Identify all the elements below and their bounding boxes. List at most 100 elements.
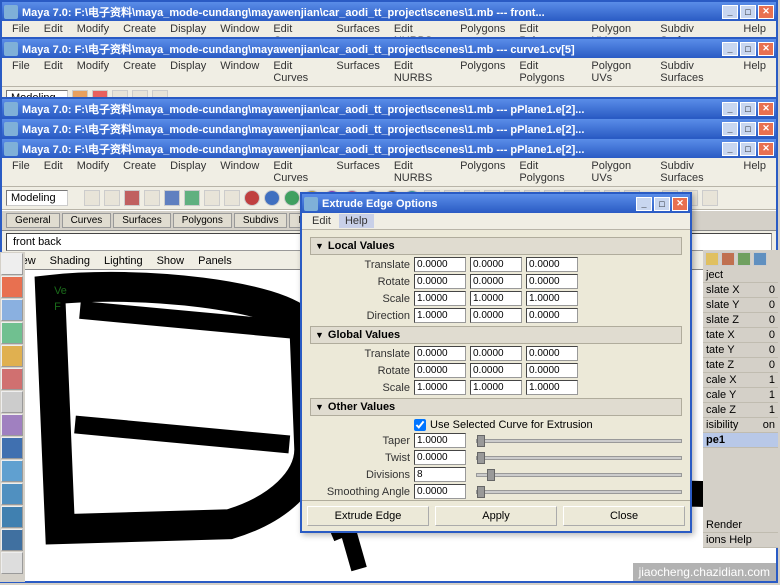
close-button[interactable]: ✕ bbox=[672, 197, 688, 211]
divisions-slider[interactable] bbox=[476, 473, 682, 477]
shelf-tab-surfaces[interactable]: Surfaces bbox=[113, 213, 170, 228]
menu-edit-nurbs[interactable]: Edit NURBS bbox=[388, 159, 452, 185]
channel-row[interactable]: tate Z0 bbox=[703, 358, 778, 373]
menu-modify[interactable]: Modify bbox=[71, 59, 115, 85]
smoothing-slider[interactable] bbox=[476, 490, 682, 494]
viewmenu-lighting[interactable]: Lighting bbox=[104, 255, 143, 267]
global-rotate-x[interactable] bbox=[414, 363, 466, 378]
menu-surfaces[interactable]: Surfaces bbox=[330, 59, 385, 85]
global-scale-z[interactable] bbox=[526, 380, 578, 395]
local-rotate-x[interactable] bbox=[414, 274, 466, 289]
taper-slider[interactable] bbox=[476, 439, 682, 443]
global-translate-z[interactable] bbox=[526, 346, 578, 361]
persp-pane-icon[interactable] bbox=[1, 483, 23, 505]
rotate-tool-icon[interactable] bbox=[1, 322, 23, 344]
channel-row[interactable]: tate Y0 bbox=[703, 343, 778, 358]
menu-edit[interactable]: Edit bbox=[38, 159, 69, 185]
maximize-button[interactable]: □ bbox=[740, 142, 756, 156]
minimize-button[interactable]: _ bbox=[722, 102, 738, 116]
global-translate-y[interactable] bbox=[470, 346, 522, 361]
dialog-edit-menu[interactable]: Edit bbox=[306, 214, 337, 228]
menu-window[interactable]: Window bbox=[214, 59, 265, 85]
viewmenu-panels[interactable]: Panels bbox=[198, 255, 232, 267]
channel-box[interactable]: ject slate X0slate Y0slate Z0tate X0tate… bbox=[703, 250, 778, 548]
window2-titlebar[interactable]: Maya 7.0: F:\电子资料\maya_mode-cundang\maya… bbox=[2, 39, 776, 58]
lasso-tool-icon[interactable] bbox=[1, 276, 23, 298]
close-button[interactable]: ✕ bbox=[758, 122, 774, 136]
shelf-tab-polygons[interactable]: Polygons bbox=[173, 213, 232, 228]
close-button[interactable]: ✕ bbox=[758, 142, 774, 156]
other-values-section[interactable]: ▼Other Values bbox=[310, 398, 682, 416]
minimize-button[interactable]: _ bbox=[722, 122, 738, 136]
menu-edit[interactable]: Edit bbox=[38, 59, 69, 85]
dialog-help-menu[interactable]: Help bbox=[339, 214, 374, 228]
shelf-tab-curves[interactable]: Curves bbox=[62, 213, 112, 228]
close-button[interactable]: ✕ bbox=[758, 5, 774, 19]
viewmenu-shading[interactable]: Shading bbox=[50, 255, 90, 267]
soft-mod-tool-icon[interactable] bbox=[1, 368, 23, 390]
local-direction-z[interactable] bbox=[526, 308, 578, 323]
global-values-section[interactable]: ▼Global Values bbox=[310, 326, 682, 344]
local-scale-z[interactable] bbox=[526, 291, 578, 306]
local-scale-x[interactable] bbox=[414, 291, 466, 306]
outliner-pane-icon[interactable] bbox=[1, 506, 23, 528]
graph-editor-icon[interactable] bbox=[1, 552, 23, 574]
menu-create[interactable]: Create bbox=[117, 59, 162, 85]
menu-file[interactable]: File bbox=[6, 159, 36, 185]
window4-titlebar[interactable]: Maya 7.0: F:\电子资料\maya_mode-cundang\maya… bbox=[2, 119, 776, 138]
move-tool-icon[interactable] bbox=[1, 299, 23, 321]
local-values-section[interactable]: ▼Local Values bbox=[310, 237, 682, 255]
menu-edit-curves[interactable]: Edit Curves bbox=[267, 159, 328, 185]
maximize-button[interactable]: □ bbox=[740, 42, 756, 56]
minimize-button[interactable]: _ bbox=[722, 42, 738, 56]
local-scale-y[interactable] bbox=[470, 291, 522, 306]
maximize-button[interactable]: □ bbox=[654, 197, 670, 211]
menu-edit-nurbs[interactable]: Edit NURBS bbox=[388, 59, 452, 85]
menu-subdiv-surfaces[interactable]: Subdiv Surfaces bbox=[654, 59, 735, 85]
channel-row[interactable]: cale Y1 bbox=[703, 388, 778, 403]
local-rotate-z[interactable] bbox=[526, 274, 578, 289]
menu-edit-polygons[interactable]: Edit Polygons bbox=[513, 159, 583, 185]
dialog-titlebar[interactable]: Extrude Edge Options _ □ ✕ bbox=[302, 194, 690, 213]
local-direction-x[interactable] bbox=[414, 308, 466, 323]
local-direction-y[interactable] bbox=[470, 308, 522, 323]
local-rotate-y[interactable] bbox=[470, 274, 522, 289]
close-button[interactable]: ✕ bbox=[758, 42, 774, 56]
smoothing-input[interactable] bbox=[414, 484, 466, 499]
channel-row[interactable]: isibilityon bbox=[703, 418, 778, 433]
menu-create[interactable]: Create bbox=[117, 159, 162, 185]
global-scale-y[interactable] bbox=[470, 380, 522, 395]
channel-row[interactable]: slate Z0 bbox=[703, 313, 778, 328]
global-rotate-y[interactable] bbox=[470, 363, 522, 378]
menu-surfaces[interactable]: Surfaces bbox=[330, 159, 385, 185]
selected-shape[interactable]: pe1 bbox=[703, 433, 778, 448]
cb-icon[interactable] bbox=[721, 252, 735, 266]
minimize-button[interactable]: _ bbox=[722, 142, 738, 156]
channel-row[interactable]: slate Y0 bbox=[703, 298, 778, 313]
channel-row[interactable]: tate X0 bbox=[703, 328, 778, 343]
cb-icon[interactable] bbox=[705, 252, 719, 266]
window5-titlebar[interactable]: Maya 7.0: F:\电子资料\maya_mode-cundang\maya… bbox=[2, 139, 776, 158]
window3-titlebar[interactable]: Maya 7.0: F:\电子资料\maya_mode-cundang\maya… bbox=[2, 99, 776, 118]
viewmenu-show[interactable]: Show bbox=[157, 255, 185, 267]
extrude-button[interactable]: Extrude Edge bbox=[307, 506, 429, 526]
cb-icon[interactable] bbox=[737, 252, 751, 266]
menu-display[interactable]: Display bbox=[164, 59, 212, 85]
menu-help[interactable]: Help bbox=[737, 159, 772, 185]
menu-polygon-uvs[interactable]: Polygon UVs bbox=[585, 59, 652, 85]
channel-row[interactable]: slate X0 bbox=[703, 283, 778, 298]
four-pane-icon[interactable] bbox=[1, 460, 23, 482]
menu-polygons[interactable]: Polygons bbox=[454, 159, 511, 185]
menu-polygons[interactable]: Polygons bbox=[454, 59, 511, 85]
hypershade-icon[interactable] bbox=[1, 529, 23, 551]
channel-row[interactable]: cale X1 bbox=[703, 373, 778, 388]
twist-input[interactable] bbox=[414, 450, 466, 465]
apply-button[interactable]: Apply bbox=[435, 506, 557, 526]
local-translate-y[interactable] bbox=[470, 257, 522, 272]
global-rotate-z[interactable] bbox=[526, 363, 578, 378]
close-button[interactable]: ✕ bbox=[758, 102, 774, 116]
global-scale-x[interactable] bbox=[414, 380, 466, 395]
local-translate-z[interactable] bbox=[526, 257, 578, 272]
maximize-button[interactable]: □ bbox=[740, 102, 756, 116]
menu-help[interactable]: Help bbox=[737, 59, 772, 85]
